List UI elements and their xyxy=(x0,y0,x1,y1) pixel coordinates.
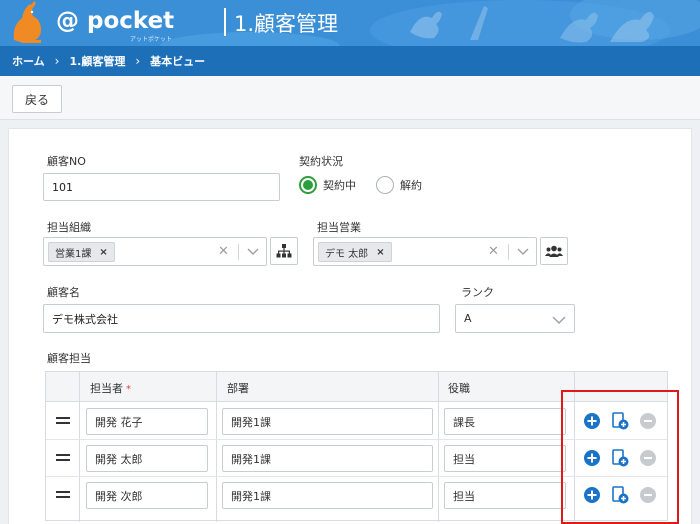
contract-cancelled-label: 解約 xyxy=(400,179,422,192)
column-header-person: 担当者 * xyxy=(90,382,131,395)
chevron-down-icon[interactable] xyxy=(516,245,530,259)
rank-select[interactable]: A xyxy=(455,304,575,333)
title-input[interactable]: 担当 xyxy=(444,445,566,472)
drag-handle-icon[interactable] xyxy=(56,491,70,499)
customer-name-label: 顧客名 xyxy=(47,286,80,299)
user-picker-button[interactable] xyxy=(540,237,568,265)
chip-remove-icon[interactable]: × xyxy=(376,247,384,258)
select-divider xyxy=(238,244,239,260)
radio-selected-indicator xyxy=(299,176,317,194)
sales-rep-chip: デモ 太郎 × xyxy=(318,242,392,262)
title-input[interactable]: 担当 xyxy=(444,482,566,509)
dept-input[interactable]: 開発1課 xyxy=(222,482,433,509)
radio-unselected-indicator xyxy=(376,176,394,194)
breadcrumb-view: 基本ビュー xyxy=(150,55,206,68)
customer-name-input[interactable]: デモ株式会社 xyxy=(43,304,440,333)
person-input[interactable]: 開発 花子 xyxy=(86,408,208,435)
customer-no-label: 顧客NO xyxy=(47,155,86,168)
app-logo[interactable]: @ pocket xyxy=(56,8,174,34)
back-button[interactable]: 戻る xyxy=(12,85,62,113)
drag-handle-icon[interactable] xyxy=(56,454,70,462)
drag-handle-icon[interactable] xyxy=(56,417,70,425)
dept-input[interactable]: 開発1課 xyxy=(222,408,433,435)
required-mark: * xyxy=(126,384,131,395)
title-divider xyxy=(224,8,226,36)
toolbar: 戻る xyxy=(0,76,700,120)
column-header-title: 役職 xyxy=(448,382,470,395)
org-label: 担当組織 xyxy=(47,221,91,234)
person-input[interactable]: 開発 太郎 xyxy=(86,445,208,472)
dept-input[interactable]: 開発1課 xyxy=(222,445,433,472)
chevron-down-icon xyxy=(552,316,566,324)
select-divider xyxy=(508,244,509,260)
breadcrumb-separator: › xyxy=(54,54,60,68)
title-input[interactable]: 課長 xyxy=(444,408,566,435)
org-tree-button[interactable] xyxy=(270,237,298,265)
breadcrumb-home[interactable]: ホーム xyxy=(12,53,45,69)
clear-icon[interactable]: ✕ xyxy=(218,244,229,259)
contract-active-radio[interactable]: 契約中 xyxy=(299,176,356,194)
breadcrumb-separator: › xyxy=(135,54,141,68)
contract-cancelled-radio[interactable]: 解約 xyxy=(376,176,422,194)
org-select[interactable]: 営業1課 × ✕ xyxy=(43,237,267,266)
sales-rep-select[interactable]: デモ 太郎 × ✕ xyxy=(313,237,537,266)
breadcrumb: ホーム › 1.顧客管理 › 基本ビュー xyxy=(0,46,700,76)
contacts-label: 顧客担当 xyxy=(47,352,91,365)
person-input[interactable]: 開発 次郎 xyxy=(86,482,208,509)
breadcrumb-app[interactable]: 1.顧客管理 xyxy=(69,53,125,69)
users-icon xyxy=(545,245,563,257)
clear-icon[interactable]: ✕ xyxy=(488,244,499,259)
chip-remove-icon[interactable]: × xyxy=(99,247,107,258)
org-chip-label: 営業1課 xyxy=(55,248,92,260)
rank-label: ランク xyxy=(461,286,494,299)
app-header: @ pocket アットポケット 1.顧客管理 xyxy=(0,0,700,46)
contract-status-label: 契約状況 xyxy=(299,155,343,168)
contract-active-label: 契約中 xyxy=(323,179,356,192)
annotation-highlight-box xyxy=(561,390,679,524)
org-chart-icon xyxy=(276,244,292,258)
app-title: 1.顧客管理 xyxy=(234,12,339,36)
sales-rep-chip-label: デモ 太郎 xyxy=(325,248,369,260)
column-header-dept: 部署 xyxy=(227,382,249,395)
org-chip: 営業1課 × xyxy=(48,242,115,262)
app-logo-subtitle: アットポケット xyxy=(130,36,173,43)
chevron-down-icon[interactable] xyxy=(246,245,260,259)
sales-rep-label: 担当営業 xyxy=(317,221,361,234)
rank-value: A xyxy=(464,312,472,325)
customer-no-input[interactable]: 101 xyxy=(43,173,280,201)
